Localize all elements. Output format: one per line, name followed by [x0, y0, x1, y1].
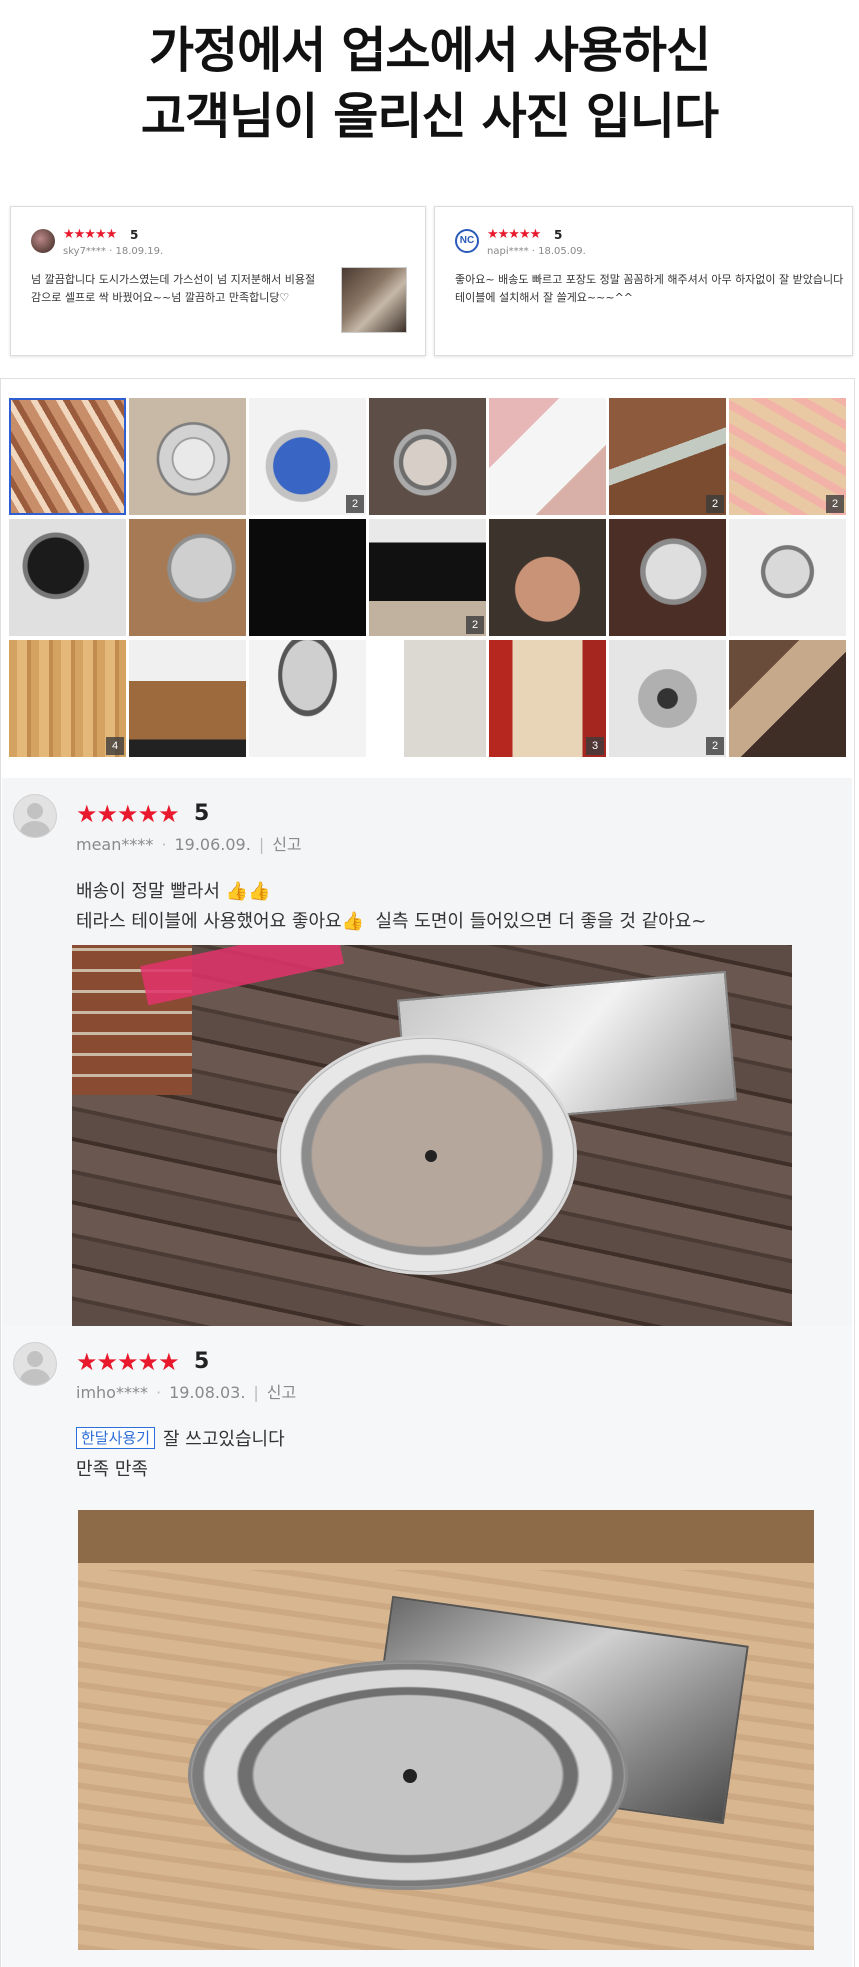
review-text-line: 만족 만족 — [76, 1459, 148, 1480]
photo-thumbnail[interactable]: 4 — [9, 640, 126, 757]
review-user: imho**** — [76, 1383, 148, 1402]
headline: 가정에서 업소에서 사용하신 고객님이 올리신 사진 입니다 — [0, 18, 859, 150]
review-meta: sky7**** · 18.09.19. — [63, 246, 164, 257]
review-photo[interactable] — [78, 1510, 814, 1950]
photo-count-badge: 2 — [706, 495, 724, 513]
photo-count-badge: 2 — [346, 495, 364, 513]
avatar — [13, 1342, 57, 1386]
photo-count-badge: 3 — [586, 737, 604, 755]
photo-thumbnail[interactable] — [9, 519, 126, 636]
photo-count-badge: 4 — [106, 737, 124, 755]
photo-thumbnail[interactable] — [369, 640, 486, 757]
thumbs-up-icon: 👍👍 — [225, 881, 271, 902]
rating-score: 5 — [194, 1349, 210, 1374]
photo-thumbnail[interactable] — [129, 519, 246, 636]
star-rating: ★★★★★ — [76, 800, 180, 828]
photo-thumbnail[interactable] — [369, 398, 486, 515]
review-user: sky7**** — [63, 246, 106, 257]
photo-thumbnail[interactable]: 2 — [729, 398, 846, 515]
review-meta: napi**** · 18.05.09. — [487, 246, 586, 257]
review-text-line: 테라스 테이블에 사용했어요 좋아요👍 실측 도면이 들어있으면 더 좋을 것 … — [76, 911, 707, 932]
avatar: NC — [455, 229, 479, 253]
photo-thumbnail[interactable]: 2 — [369, 519, 486, 636]
review-text: 좋아요~ 배송도 빠르고 포장도 정말 꼼꼼하게 해주셔서 아무 하자없이 잘 … — [455, 273, 844, 304]
mini-review-card[interactable]: NC ★★★★★ 5 napi**** · 18.05.09. 좋아요~ 배송도… — [434, 206, 853, 356]
photo-thumbnail[interactable] — [489, 398, 606, 515]
review-text-line: 배송이 정말 빨라서 👍👍 — [76, 881, 271, 902]
photo-thumbnail[interactable] — [729, 519, 846, 636]
rating-score: 5 — [130, 228, 139, 242]
headline-line-1: 가정에서 업소에서 사용하신 — [148, 22, 711, 79]
photo-count-badge: 2 — [826, 495, 844, 513]
avatar — [31, 229, 55, 253]
photo-thumbnail[interactable]: 3 — [489, 640, 606, 757]
month-use-badge: 한달사용기 — [76, 1427, 156, 1449]
page: 가정에서 업소에서 사용하신 고객님이 올리신 사진 입니다 ★★★★★ 5 s… — [0, 0, 859, 1967]
photo-thumbnail[interactable] — [129, 640, 246, 757]
rating-score: 5 — [194, 801, 210, 826]
review-meta: mean**** · 19.06.09. | 신고 — [76, 835, 302, 854]
rating-score: 5 — [554, 228, 563, 242]
photo-thumbnail[interactable] — [729, 640, 846, 757]
photo-thumbnail[interactable] — [9, 398, 126, 515]
star-rating: ★★★★★ — [487, 227, 541, 242]
photo-thumbnail[interactable]: 2 — [249, 398, 366, 515]
report-link[interactable]: 신고 — [272, 835, 301, 854]
review-thumbnail[interactable] — [341, 267, 407, 333]
thumbs-up-icon: 👍 — [341, 911, 364, 932]
review-user: napi**** — [487, 246, 529, 257]
star-rating: ★★★★★ — [63, 227, 117, 242]
mini-review-card[interactable]: ★★★★★ 5 sky7**** · 18.09.19. 넘 깔끔합니다 도시가… — [10, 206, 426, 356]
review-photo[interactable] — [72, 945, 792, 1327]
photo-thumbnail[interactable] — [489, 519, 606, 636]
star-rating: ★★★★★ — [76, 1348, 180, 1376]
photo-thumbnail[interactable]: 2 — [609, 398, 726, 515]
photo-thumbnail[interactable]: 2 — [609, 640, 726, 757]
photo-count-badge: 2 — [466, 616, 484, 634]
review-text: 넘 깔끔합니다 도시가스였는데 가스선이 넘 지저분해서 비용절감으로 셀프로 … — [31, 273, 316, 304]
review-date: 19.08.03. — [169, 1383, 246, 1402]
photo-grid: 2 2 2 2 4 3 2 — [9, 398, 851, 758]
avatar — [13, 794, 57, 838]
photo-thumbnail[interactable] — [129, 398, 246, 515]
review-text-line: 한달사용기 잘 쓰고있습니다 — [76, 1427, 285, 1453]
photo-thumbnail[interactable] — [249, 640, 366, 757]
review-date: 18.09.19. — [115, 246, 164, 257]
photo-thumbnail[interactable] — [249, 519, 366, 636]
photo-count-badge: 2 — [706, 737, 724, 755]
review-meta: imho**** · 19.08.03. | 신고 — [76, 1383, 297, 1402]
report-link[interactable]: 신고 — [267, 1383, 296, 1402]
photo-thumbnail[interactable] — [609, 519, 726, 636]
review-date: 19.06.09. — [174, 835, 251, 854]
headline-line-2: 고객님이 올리신 사진 입니다 — [140, 88, 719, 145]
review-user: mean**** — [76, 835, 154, 854]
review-date: 18.05.09. — [538, 246, 586, 257]
